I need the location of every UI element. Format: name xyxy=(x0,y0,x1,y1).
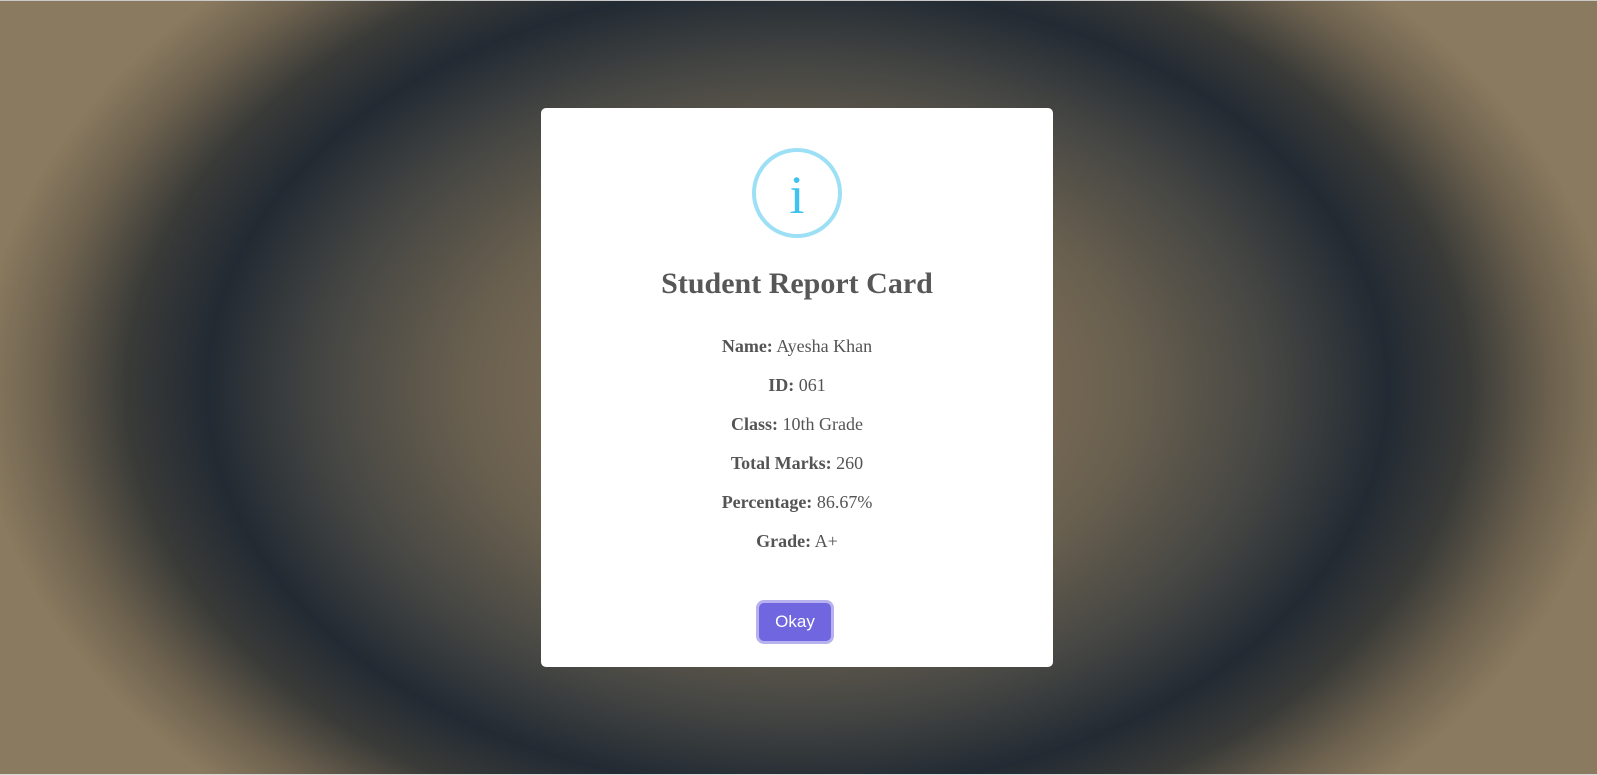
field-value: 061 xyxy=(798,375,826,395)
report-card-dialog: i Student Report Card Name: Ayesha Khan … xyxy=(541,108,1053,667)
report-fields: Name: Ayesha Khan ID: 061 Class: 10th Gr… xyxy=(541,336,1053,570)
field-class: Class: 10th Grade xyxy=(541,414,1053,453)
field-label: Name: xyxy=(721,336,773,356)
okay-button[interactable]: Okay xyxy=(759,603,831,641)
field-value: Ayesha Khan xyxy=(776,336,873,356)
info-icon: i xyxy=(752,148,842,238)
info-icon-glyph: i xyxy=(789,165,805,225)
field-value: A+ xyxy=(814,531,838,551)
field-id: ID: 061 xyxy=(541,375,1053,414)
field-grade: Grade: A+ xyxy=(541,531,1053,570)
field-label: Grade: xyxy=(756,531,812,551)
field-label: Class: xyxy=(731,414,779,434)
field-label: Percentage: xyxy=(721,492,813,512)
field-label: ID: xyxy=(768,375,795,395)
field-value: 86.67% xyxy=(816,492,873,512)
dialog-title: Student Report Card xyxy=(661,267,933,300)
field-value: 260 xyxy=(836,453,864,473)
field-total-marks: Total Marks: 260 xyxy=(541,453,1053,492)
field-label: Total Marks: xyxy=(730,453,832,473)
window-top-border xyxy=(0,0,1597,1)
field-name: Name: Ayesha Khan xyxy=(541,336,1053,375)
field-value: 10th Grade xyxy=(782,414,863,434)
field-percentage: Percentage: 86.67% xyxy=(541,492,1053,531)
